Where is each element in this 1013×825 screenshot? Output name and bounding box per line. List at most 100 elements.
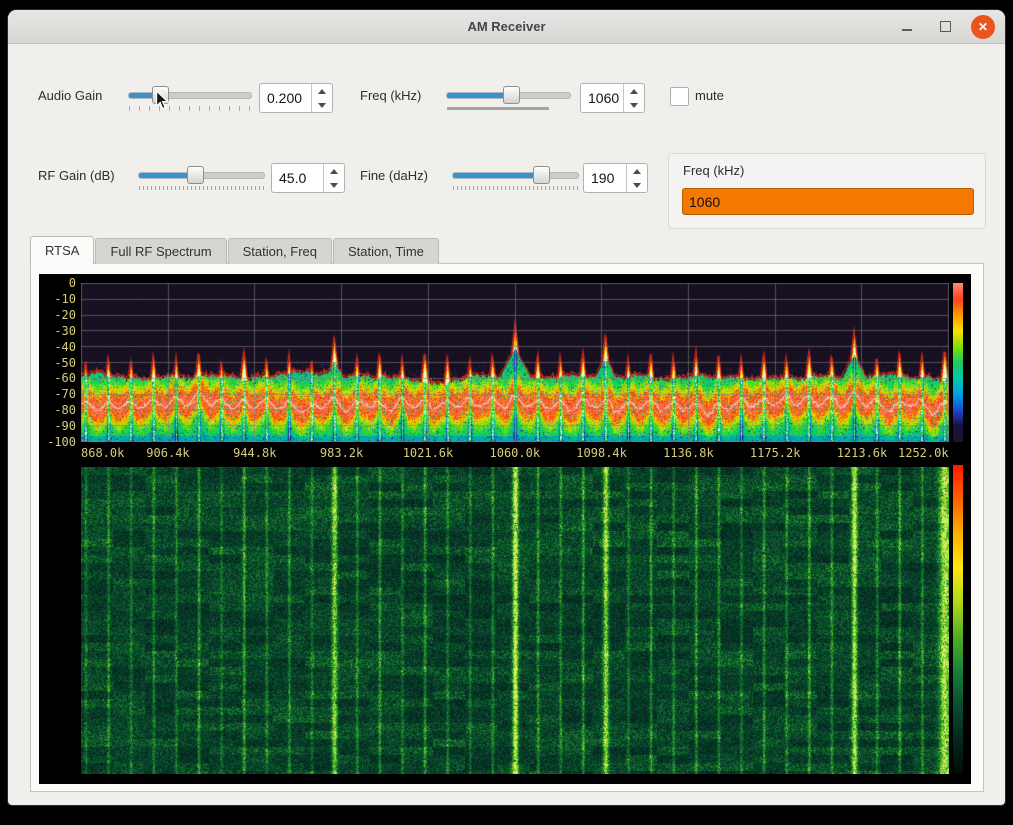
freq-display-value: 1060: [683, 194, 720, 210]
rf-gain-value[interactable]: 45.0: [272, 164, 323, 192]
minimize-icon: [902, 29, 912, 31]
tab-pane-rtsa: 0 -10 -20 -30 -40 -50-60 -70 -80 -90 -100 868.0k 9…: [30, 263, 984, 792]
y-axis-tick-label: -50: [39, 356, 76, 370]
close-icon: ✕: [978, 21, 988, 33]
mouse-cursor: [155, 90, 170, 111]
spectrum-colorbar: [953, 283, 963, 442]
y-axis-tick-label: -70: [39, 387, 76, 401]
spin-up-button[interactable]: [624, 84, 644, 98]
slider-ticks: [447, 107, 549, 110]
audio-gain-value[interactable]: 0.200: [260, 84, 311, 112]
maximize-icon: [940, 21, 951, 32]
slider-handle[interactable]: [187, 166, 204, 184]
slider-groove: [128, 92, 252, 99]
tab-station-time[interactable]: Station, Time: [333, 238, 439, 264]
app-window: AM Receiver ✕ Audio Gain 0.200 Freq (kHz…: [8, 10, 1005, 805]
audio-gain-spinbox: 0.200: [259, 83, 333, 113]
spin-down-icon: [630, 103, 638, 108]
window-buttons: ✕: [895, 10, 995, 43]
rtsa-plot-container: 0 -10 -20 -30 -40 -50-60 -70 -80 -90 -100 868.0k 9…: [39, 274, 971, 784]
tab-station-freq[interactable]: Station, Freq: [228, 238, 332, 264]
y-axis-tick-label: -80: [39, 403, 76, 417]
x-axis-tick-label: 1136.8k: [663, 446, 714, 460]
fine-spinbox: 190: [583, 163, 648, 193]
slider-handle[interactable]: [503, 86, 520, 104]
slider-handle[interactable]: [533, 166, 550, 184]
slider-ticks: [453, 186, 578, 190]
fine-value[interactable]: 190: [584, 164, 626, 192]
spin-down-button[interactable]: [627, 178, 647, 192]
freq-label: Freq (kHz): [360, 88, 421, 103]
spin-up-icon: [633, 169, 641, 174]
freq-slider[interactable]: [446, 83, 571, 113]
waterfall-canvas[interactable]: [81, 467, 949, 774]
spin-down-icon: [633, 183, 641, 188]
spin-down-button[interactable]: [312, 98, 332, 112]
mute-label: mute: [695, 88, 724, 103]
titlebar[interactable]: AM Receiver ✕: [8, 10, 1005, 44]
mute-checkbox[interactable]: [670, 87, 689, 106]
minimize-button[interactable]: [895, 15, 919, 39]
x-axis-tick-label: 1098.4k: [576, 446, 627, 460]
x-axis-tick-label: 983.2k: [320, 446, 363, 460]
x-axis-tick-label: 1213.6k: [837, 446, 888, 460]
audio-gain-slider[interactable]: [128, 83, 252, 113]
freq-display-label: Freq (kHz): [683, 163, 744, 178]
freq-display-group: Freq (kHz) 1060: [668, 153, 986, 229]
x-axis-tick-label: 1021.6k: [403, 446, 454, 460]
waterfall-colorbar: [953, 465, 963, 774]
freq-display-field[interactable]: 1060: [682, 188, 974, 215]
slider-groove: [452, 172, 579, 179]
y-axis-tick-label: 0: [39, 276, 76, 290]
spin-up-button[interactable]: [312, 84, 332, 98]
slider-fill: [447, 93, 511, 98]
spin-down-icon: [318, 103, 326, 108]
window-title: AM Receiver: [467, 19, 545, 34]
slider-ticks: [139, 186, 264, 190]
fine-slider[interactable]: [452, 163, 579, 193]
y-axis-tick-label: -90: [39, 419, 76, 433]
tab-rtsa[interactable]: RTSA: [30, 236, 94, 264]
rf-gain-slider[interactable]: [138, 163, 265, 193]
x-axis-tick-label: 1060.0k: [490, 446, 541, 460]
y-axis-tick-label: -10: [39, 292, 76, 306]
slider-fill: [453, 173, 543, 178]
x-axis-tick-label: 944.8k: [233, 446, 276, 460]
y-axis-tick-label: -30: [39, 324, 76, 338]
audio-gain-label: Audio Gain: [38, 88, 102, 103]
y-axis-tick-label: -60: [39, 371, 76, 385]
x-axis-tick-label: 1175.2k: [750, 446, 801, 460]
slider-fill: [139, 173, 194, 178]
spin-down-icon: [330, 183, 338, 188]
spin-buttons: [311, 84, 332, 112]
fine-label: Fine (daHz): [360, 168, 428, 183]
rf-gain-spinbox: 45.0: [271, 163, 345, 193]
rf-gain-label: RF Gain (dB): [38, 168, 115, 183]
y-axis-tick-label: -20: [39, 308, 76, 322]
spin-up-button[interactable]: [627, 164, 647, 178]
tab-full-rf-spectrum[interactable]: Full RF Spectrum: [95, 238, 226, 264]
window-content: Audio Gain 0.200 Freq (kHz) 1060: [8, 43, 1005, 805]
slider-ticks: [129, 106, 251, 111]
spin-buttons: [323, 164, 344, 192]
freq-value[interactable]: 1060: [581, 84, 623, 112]
spin-buttons: [623, 84, 644, 112]
x-axis-tick-label: 1252.0k: [898, 446, 949, 460]
y-axis-tick-label: -40: [39, 340, 76, 354]
close-button[interactable]: ✕: [971, 15, 995, 39]
spin-up-icon: [630, 89, 638, 94]
persistence-spectrum-canvas[interactable]: [81, 283, 949, 442]
spin-buttons: [626, 164, 647, 192]
maximize-button[interactable]: [933, 15, 957, 39]
y-axis-tick-label: -100: [39, 435, 76, 449]
spin-down-button[interactable]: [624, 98, 644, 112]
spin-up-icon: [330, 169, 338, 174]
x-axis-tick-label: 868.0k: [81, 446, 124, 460]
freq-spinbox: 1060: [580, 83, 645, 113]
spin-up-icon: [318, 89, 326, 94]
spectrum-x-axis: 868.0k 906.4k 944.8k 983.2k 1021.6k 1060.0k 10…: [81, 446, 949, 460]
x-axis-tick-label: 906.4k: [146, 446, 189, 460]
spin-down-button[interactable]: [324, 178, 344, 192]
tab-bar: RTSA Full RF Spectrum Station, Freq Stat…: [30, 237, 440, 264]
spin-up-button[interactable]: [324, 164, 344, 178]
